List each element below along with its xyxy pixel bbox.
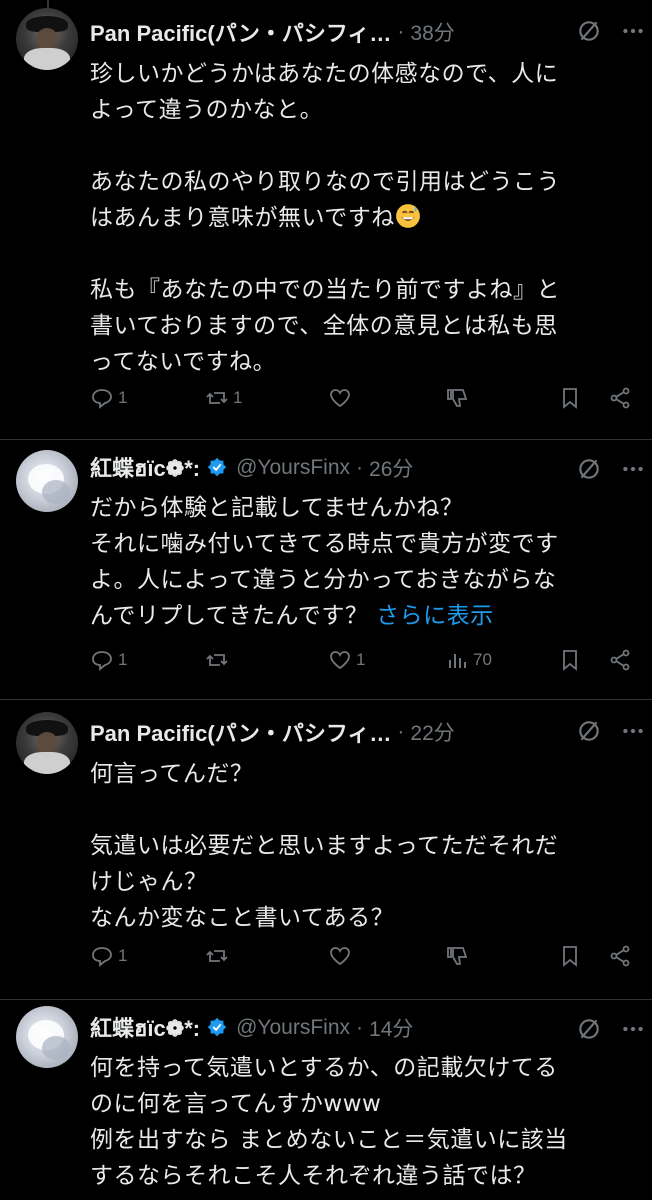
like-count: 1 — [356, 650, 366, 669]
view-count: 70 — [473, 650, 492, 669]
reply-button[interactable]: 1 — [90, 648, 127, 672]
bookmark-button[interactable] — [558, 648, 582, 672]
heart-icon — [330, 651, 350, 670]
share-button[interactable] — [608, 944, 632, 968]
author-name[interactable]: Pan Pacific(パン・パシフィ… — [90, 716, 391, 748]
heart-icon — [330, 389, 350, 408]
share-button[interactable] — [608, 386, 632, 410]
tweet-text: 何を持って気遣いとするか、の記載欠けてる のに何を言ってんすかwww 例を出すな… — [90, 1055, 568, 1189]
author-handle[interactable]: @YoursFinx — [236, 1016, 350, 1040]
tweet-text: 珍しいかどうかはあなたの体感なので、人に よって違うのかなと。 あなたの私のやり… — [90, 56, 632, 380]
more-icon[interactable] — [620, 718, 646, 744]
verified-badge-icon[interactable] — [206, 1017, 228, 1039]
dislike-button[interactable] — [445, 386, 469, 410]
timestamp[interactable]: 22分 — [410, 717, 454, 747]
avatar[interactable] — [16, 450, 78, 512]
separator: · — [356, 456, 364, 479]
more-icon[interactable] — [620, 1016, 646, 1042]
retweet-count: 1 — [233, 388, 243, 407]
thumbs-down-icon — [447, 389, 468, 407]
bookmark-button[interactable] — [558, 944, 582, 968]
heart-icon — [330, 947, 350, 966]
show-more-link[interactable]: さらに表示 — [376, 603, 494, 629]
timestamp[interactable]: 38分 — [410, 17, 454, 47]
reply-count: 1 — [118, 388, 128, 407]
thumbs-down-icon — [447, 947, 468, 965]
share-icon — [610, 387, 630, 409]
verified-badge-icon[interactable] — [206, 457, 228, 479]
timestamp[interactable]: 14分 — [369, 1013, 413, 1043]
reply-button[interactable]: 1 — [90, 944, 127, 968]
tweet[interactable]: Pan Pacific(パン・パシフィ… · 38分 珍しいかどうかはあなたの体… — [0, 0, 652, 440]
share-button[interactable] — [608, 648, 632, 672]
retweet-button[interactable]: 1 — [205, 386, 242, 410]
tweet-header: Pan Pacific(パン・パシフィ… · 38分 — [90, 16, 636, 48]
more-icon[interactable] — [620, 18, 646, 44]
tweet-text-part: 私も『あなたの中での当たり前ですよね』と 書いておりますので、全体の意見とは私も… — [90, 277, 560, 375]
like-button[interactable]: 1 — [328, 648, 365, 672]
avatar[interactable] — [16, 1006, 78, 1068]
avatar[interactable] — [16, 8, 78, 70]
action-bar: 1 1 — [90, 386, 638, 416]
separator: · — [397, 720, 405, 743]
separator: · — [397, 20, 405, 43]
action-bar: 1 1 70 — [90, 648, 638, 678]
retweet-icon — [206, 950, 228, 962]
reply-button[interactable]: 1 — [90, 386, 127, 410]
avatar[interactable] — [16, 712, 78, 774]
tweet-text: だから体験と記載してませんかね？ それに噛み付いてきてる時点で貴方が変です よ。… — [90, 490, 632, 634]
grok-icon[interactable] — [576, 718, 602, 744]
like-button[interactable] — [328, 386, 352, 410]
tweet[interactable]: Pan Pacific(パン・パシフィ… · 22分 何言ってんだ？ 気遣いは必… — [0, 700, 652, 1000]
views-button[interactable]: 70 — [445, 648, 492, 672]
bookmark-button[interactable] — [558, 386, 582, 410]
bookmark-icon — [563, 650, 577, 671]
grok-icon[interactable] — [576, 18, 602, 44]
retweet-button[interactable] — [205, 648, 233, 672]
grok-icon[interactable] — [576, 1016, 602, 1042]
grok-icon[interactable] — [576, 456, 602, 482]
reply-count: 1 — [118, 946, 128, 965]
author-handle[interactable]: @YoursFinx — [236, 456, 350, 480]
share-icon — [610, 649, 630, 671]
tweet-text: 何言ってんだ？ 気遣いは必要だと思いますよってただそれだ けじゃん？ なんか変な… — [90, 761, 559, 931]
reply-icon — [92, 651, 112, 671]
views-chart-icon — [449, 654, 466, 668]
reply-count: 1 — [118, 650, 128, 669]
retweet-button[interactable] — [205, 944, 229, 968]
tweet[interactable]: 紅蝶ฮïc❁*: @YoursFinx · 14分 何を持って気遣いとするか、の… — [0, 1000, 652, 1200]
timestamp[interactable]: 26分 — [369, 453, 413, 483]
more-icon[interactable] — [620, 456, 646, 482]
separator: · — [356, 1016, 364, 1039]
retweet-icon — [206, 654, 228, 666]
bookmark-icon — [563, 946, 577, 967]
dislike-button[interactable] — [445, 944, 469, 968]
tweet[interactable]: 紅蝶ฮïc❁*: @YoursFinx · 26分 だから体験と記載してませんか… — [0, 440, 652, 700]
tweet-header: 紅蝶ฮïc❁*: @YoursFinx · 26分 — [90, 452, 636, 484]
tweet-text-part: 珍しいかどうかはあなたの体感なので、人に よって違うのかなと。 あなたの私のやり… — [90, 61, 560, 231]
like-button[interactable] — [328, 944, 352, 968]
bookmark-icon — [563, 388, 577, 409]
author-name[interactable]: 紅蝶ฮïc❁*: — [90, 1011, 200, 1046]
sweat-smile-emoji — [395, 204, 420, 228]
action-bar: 1 — [90, 944, 638, 974]
author-name[interactable]: Pan Pacific(パン・パシフィ… — [90, 16, 391, 48]
tweet-header: Pan Pacific(パン・パシフィ… · 22分 — [90, 716, 636, 748]
reply-icon — [92, 947, 112, 967]
share-icon — [610, 945, 630, 967]
retweet-icon — [206, 392, 228, 404]
tweet-header: 紅蝶ฮïc❁*: @YoursFinx · 14分 — [90, 1012, 636, 1044]
reply-icon — [92, 389, 112, 409]
author-name[interactable]: 紅蝶ฮïc❁*: — [90, 451, 200, 486]
